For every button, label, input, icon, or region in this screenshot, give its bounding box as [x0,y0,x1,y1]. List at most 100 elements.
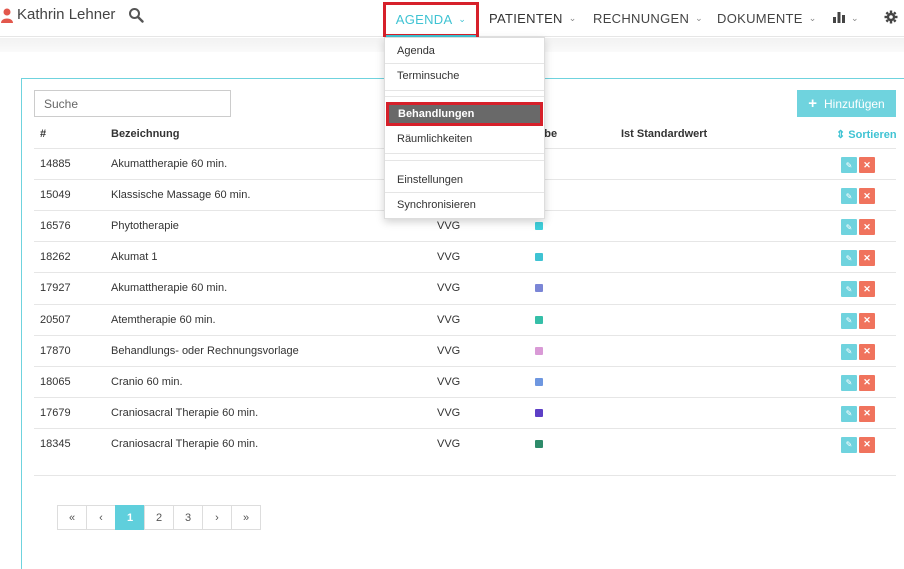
nav-rechnungen[interactable]: RECHNUNGEN ⌄ [593,0,703,37]
row-id: 17927 [40,282,71,295]
edit-icon: ✎ [845,440,853,450]
close-icon: ✕ [863,159,871,170]
edit-icon: ✎ [845,284,853,294]
page-prev[interactable]: ‹ [86,505,116,530]
menu-item-einstellungen[interactable]: Einstellungen [385,167,544,192]
chevron-down-icon: ⌄ [568,13,577,23]
row-name: Akumattherapie 60 min. [111,158,228,170]
menu-item-terminsuche[interactable]: Terminsuche [385,63,544,88]
edit-button[interactable]: ✎ [841,250,857,267]
edit-button[interactable]: ✎ [841,157,857,173]
edit-button[interactable]: ✎ [841,188,857,205]
row-id: 18262 [40,251,71,264]
delete-button[interactable]: ✕ [859,405,875,422]
menu-item-agenda[interactable]: Agenda [385,38,544,63]
add-button[interactable]: + Hinzufügen [797,90,896,117]
search-icon[interactable] [128,7,144,23]
row-name: Phytotherapie [111,220,179,233]
row-name: Atemtherapie 60 min. [111,313,216,326]
edit-icon: ✎ [845,253,853,263]
edit-button[interactable]: ✎ [841,312,857,329]
row-id: 17870 [40,344,71,357]
sort-link[interactable]: ⇕ Sortieren [836,128,897,141]
close-icon: ✕ [863,252,871,263]
page-1[interactable]: 1 [115,505,145,530]
column-header-default[interactable]: Ist Standardwert [621,128,707,140]
edit-icon: ✎ [845,409,853,419]
sort-label: Sortieren [848,129,897,141]
user-menu[interactable]: Kathrin Lehner [0,6,115,23]
table-row: 18345 Craniosacral Therapie 60 min. VVG ✎ ✕ [34,427,896,459]
search-input[interactable] [34,90,231,117]
edit-icon: ✎ [845,191,853,201]
row-name: Behandlungs- oder Rechnungsvorlage [111,344,299,357]
row-type: VVG [437,437,461,450]
column-header-name[interactable]: Bezeichnung [111,128,179,140]
edit-icon: ✎ [845,222,853,232]
close-icon: ✕ [863,221,871,232]
table-row: 17870 Behandlungs- oder Rechnungsvorlage V… [34,334,896,366]
top-bar: Kathrin Lehner AGENDA ⌄ PATIENTEN ⌄ RECH… [0,0,904,37]
menu-item-behandlungen[interactable]: Behandlungen [386,102,543,126]
delete-button[interactable]: ✕ [859,250,875,267]
edit-button[interactable]: ✎ [841,343,857,360]
delete-button[interactable]: ✕ [859,188,875,205]
edit-button[interactable]: ✎ [841,281,857,298]
row-name: Craniosacral Therapie 60 min. [111,406,259,419]
menu-divider [385,153,544,154]
table-row: 18065 Cranio 60 min. VVG ✎ ✕ [34,365,896,397]
page-2[interactable]: 2 [144,505,174,530]
menu-item-synchronisieren[interactable]: Synchronisieren [385,192,544,217]
edit-icon: ✎ [845,347,853,357]
page-next[interactable]: › [202,505,232,530]
row-type: VVG [437,220,461,233]
close-icon: ✕ [863,439,871,450]
page-3[interactable]: 3 [173,505,203,530]
gear-icon [884,10,898,27]
nav-dokumente[interactable]: DOKUMENTE ⌄ [717,0,817,37]
table-row: 18262 Akumat 1 VVG ✎ ✕ [34,241,896,272]
delete-button[interactable]: ✕ [859,436,875,453]
page-last[interactable]: » [231,505,261,530]
plus-icon: + [808,95,818,112]
nav-agenda-label: AGENDA [395,12,453,27]
edit-button[interactable]: ✎ [841,219,857,236]
row-type: VVG [437,251,461,264]
page-first[interactable]: « [57,505,87,530]
color-swatch [535,315,543,324]
sort-icon: ⇕ [836,129,846,141]
delete-button[interactable]: ✕ [859,281,875,298]
nav-dokumente-label: DOKUMENTE [717,11,803,26]
chevron-down-icon: ⌄ [695,13,704,23]
color-swatch [535,253,543,262]
close-icon: ✕ [863,190,871,201]
menu-item-raeumlichkeiten[interactable]: Räumlichkeiten [385,126,544,151]
nav-rechnungen-label: RECHNUNGEN [593,11,690,26]
nav-settings[interactable] [884,0,898,37]
nav-agenda[interactable]: AGENDA ⌄ [383,2,479,37]
delete-button[interactable]: ✕ [859,312,875,329]
delete-button[interactable]: ✕ [859,343,875,360]
row-id: 18345 [40,437,71,450]
chevron-down-icon: ⌄ [851,13,859,23]
edit-button[interactable]: ✎ [841,405,857,422]
row-name: Klassische Massage 60 min. [111,189,251,202]
agenda-dropdown-menu: Agenda Terminsuche Behandlungen Räumlich… [384,37,545,219]
delete-button[interactable]: ✕ [859,157,875,173]
table-row: 17679 Craniosacral Therapie 60 min. VVG ✎ ✕ [34,396,896,428]
color-swatch [535,284,543,293]
nav-statistics[interactable]: ⌄ [833,0,859,37]
close-icon: ✕ [863,346,871,357]
nav-patienten[interactable]: PATIENTEN ⌄ [489,0,577,37]
menu-divider [385,90,544,91]
row-type: VVG [437,406,461,419]
row-id: 18065 [40,375,71,388]
close-icon: ✕ [863,408,871,419]
delete-button[interactable]: ✕ [859,219,875,236]
column-header-id: # [40,128,47,140]
delete-button[interactable]: ✕ [859,374,875,391]
bar-chart-icon [833,11,845,26]
color-swatch [535,439,543,448]
edit-button[interactable]: ✎ [841,436,857,453]
edit-button[interactable]: ✎ [841,374,857,391]
